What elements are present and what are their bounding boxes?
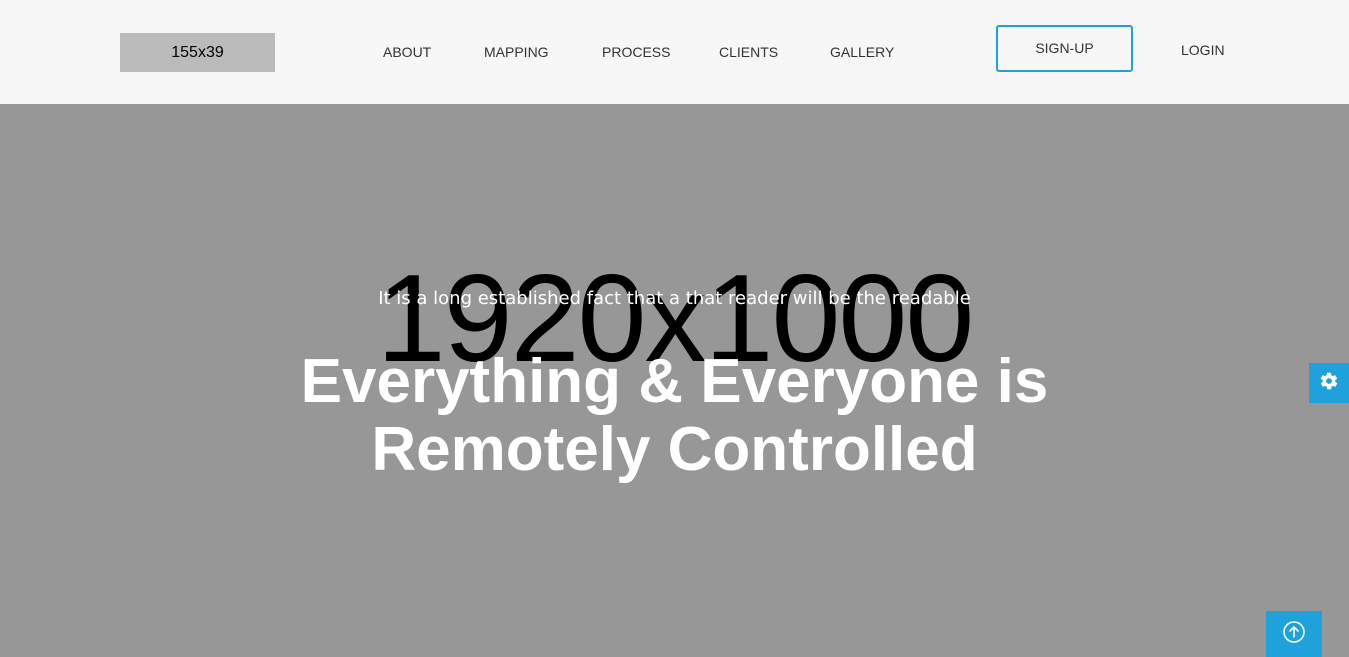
hero-title-line-1: Everything & Everyone is bbox=[300, 347, 1049, 416]
gear-icon bbox=[1319, 371, 1339, 396]
hero-title: Everything & Everyone is Remotely Contro… bbox=[0, 348, 1349, 484]
nav-mapping[interactable]: MAPPING bbox=[484, 44, 549, 60]
site-header: 155x39 ABOUT MAPPING PROCESS CLIENTS GAL… bbox=[0, 0, 1349, 104]
signup-button[interactable]: SIGN-UP bbox=[996, 25, 1133, 72]
nav-clients[interactable]: CLIENTS bbox=[719, 44, 778, 60]
hero-section: 1920x1000 It is a long established fact … bbox=[0, 104, 1349, 657]
scroll-to-top-button[interactable] bbox=[1266, 611, 1322, 657]
nav-gallery[interactable]: GALLERY bbox=[830, 44, 894, 60]
arrow-up-circle-icon bbox=[1282, 620, 1306, 649]
logo[interactable]: 155x39 bbox=[120, 33, 275, 72]
login-link[interactable]: LOGIN bbox=[1181, 42, 1225, 58]
nav-about[interactable]: ABOUT bbox=[383, 44, 431, 60]
hero-subtitle: It is a long established fact that a tha… bbox=[378, 288, 971, 309]
nav-process[interactable]: PROCESS bbox=[602, 44, 670, 60]
settings-button[interactable] bbox=[1309, 363, 1349, 403]
hero-title-line-2: Remotely Controlled bbox=[371, 415, 978, 484]
